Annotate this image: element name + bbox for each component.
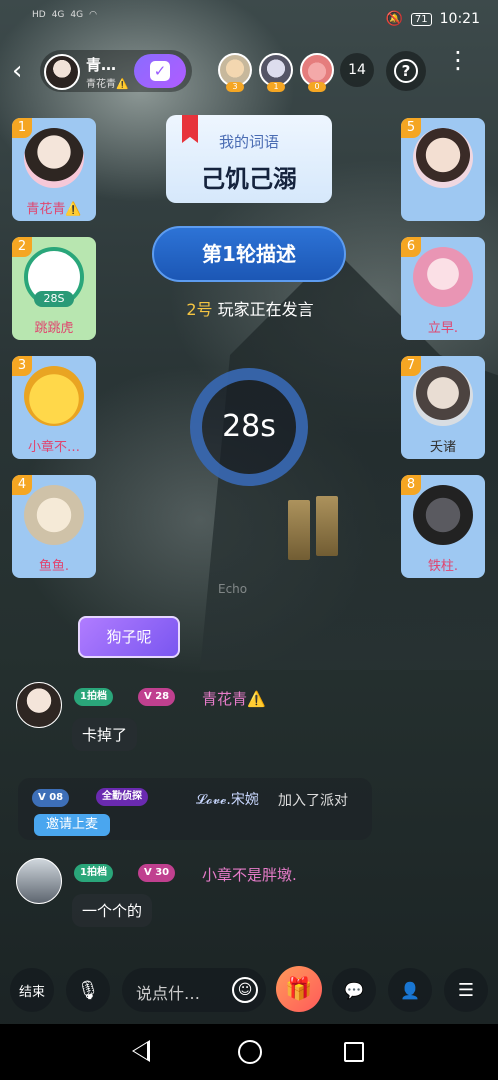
seat-number: 2 — [12, 237, 32, 257]
add-friend-icon[interactable]: 👤 — [388, 968, 432, 1012]
seat-avatar[interactable] — [24, 485, 84, 545]
seat-name: 青花青⚠️ — [26, 202, 82, 217]
seat-number: 5 — [401, 118, 421, 138]
network-label: 4G — [51, 10, 65, 20]
chat-avatar[interactable] — [16, 858, 62, 904]
detective-badge: 全勤侦探 — [96, 788, 148, 806]
mute-icon: 🔕 — [385, 11, 403, 27]
wifi-icon: ◠ — [89, 10, 97, 20]
menu-icon[interactable]: ☰ — [444, 968, 488, 1012]
seat-avatar[interactable] — [413, 247, 473, 307]
system-text: 加入了派对 — [278, 793, 348, 809]
faded-chat-line: Echo — [14, 578, 274, 602]
battery-icon: 71 — [410, 12, 432, 26]
host-subtitle: 青花青⚠️ — [86, 79, 129, 90]
nav-home-icon[interactable] — [238, 1040, 262, 1064]
system-nav-bar — [0, 1024, 498, 1080]
emoji-icon[interactable]: ☺ — [232, 977, 258, 1003]
seat-2[interactable]: 2 28S 跳跳虎 — [12, 237, 96, 340]
seat-7[interactable]: 7 夭诸 — [401, 356, 485, 459]
seat-name: 跳跳虎 — [34, 321, 74, 336]
mic-off-icon[interactable]: 🎙 — [66, 968, 110, 1012]
viewer-count: 0 — [308, 82, 326, 92]
seat-name: 立早. — [427, 321, 459, 336]
chat-input-placeholder: 说点什… — [136, 984, 201, 1003]
nav-recent-icon[interactable] — [344, 1042, 364, 1062]
seat-8[interactable]: 8 铁柱. — [401, 475, 485, 578]
seat-1[interactable]: 1 青花青⚠️ — [12, 118, 96, 221]
speaking-timer-badge: 28S — [34, 291, 74, 307]
my-word-card: 我的词语 己饥己溺 — [166, 115, 332, 203]
seat-6[interactable]: 6 立早. — [401, 237, 485, 340]
seat-name: 小章不… — [27, 440, 80, 455]
seat-number: 1 — [12, 118, 32, 138]
network-label: 4G — [70, 10, 84, 20]
chat-username[interactable]: 青花青⚠️ — [202, 688, 266, 709]
check-icon: ✓ — [150, 61, 170, 81]
speaker-number: 2号 — [186, 300, 213, 319]
question-icon: ? — [394, 59, 418, 83]
signal-hd-label: HD — [32, 10, 46, 20]
seat-number: 3 — [12, 356, 32, 376]
host-name: 青… — [86, 56, 117, 74]
seat-number: 7 — [401, 356, 421, 376]
chat-username[interactable]: 小章不是胖墩. — [202, 864, 297, 885]
level-badge: 1拍档 — [74, 864, 113, 882]
gift-message-bubble: 狗子呢 — [78, 616, 180, 658]
follow-button[interactable]: ✓ — [134, 54, 186, 88]
chat-message: 卡掉了 — [72, 718, 138, 751]
end-button[interactable]: 结束 — [10, 968, 54, 1012]
seat-avatar[interactable] — [413, 128, 473, 188]
level-badge: 1拍档 — [74, 688, 113, 706]
seat-number: 6 — [401, 237, 421, 257]
seat-name: 夭诸 — [429, 440, 456, 455]
word-label: 我的词语 — [218, 133, 279, 151]
nav-back-icon[interactable] — [132, 1040, 150, 1062]
seat-avatar[interactable] — [24, 366, 84, 426]
seat-avatar[interactable] — [413, 485, 473, 545]
chat-avatar[interactable] — [16, 682, 62, 728]
online-count[interactable]: 14 — [340, 53, 374, 87]
faded-chat-name: Echo — [218, 582, 248, 596]
secret-word: 己饥己溺 — [201, 165, 297, 193]
seat-name: 铁柱. — [427, 559, 459, 574]
viewer-count: 3 — [226, 82, 244, 92]
seat-number: 8 — [401, 475, 421, 495]
invite-to-mic-button[interactable]: 邀请上麦 — [34, 814, 110, 836]
gift-icon[interactable]: 🎁 — [276, 966, 322, 1012]
vip-badge: V 30 — [138, 864, 176, 882]
more-menu-icon[interactable]: ⋮ — [446, 48, 470, 72]
host-avatar[interactable] — [44, 54, 80, 90]
seat-name: 鱼鱼. — [38, 559, 70, 574]
speaking-status: 2号 玩家正在发言 — [150, 296, 350, 320]
system-username[interactable]: 𝓛𝓸𝓿𝓮.宋婉 — [196, 789, 259, 809]
vip-badge: V 08 — [32, 789, 70, 807]
round-banner: 第1轮描述 — [152, 226, 346, 282]
vip-badge: V 28 — [138, 688, 176, 706]
room-host-pill[interactable]: 青… 青花青⚠️ ✓ — [40, 50, 192, 92]
clock: 10:21 — [439, 11, 480, 27]
seat-avatar[interactable] — [24, 128, 84, 188]
seat-number: 4 — [12, 475, 32, 495]
seat-3[interactable]: 3 小章不… — [12, 356, 96, 459]
back-icon[interactable]: ‹ — [12, 58, 22, 84]
seat-4[interactable]: 4 鱼鱼. — [12, 475, 96, 578]
chat-message: 一个个的 — [72, 894, 153, 927]
house-window — [316, 496, 338, 556]
seat-5[interactable]: 5 — [401, 118, 485, 221]
house-window — [288, 500, 310, 560]
status-bar: HD 4G 4G ◠ 🔕 71 10:21 — [0, 0, 498, 40]
help-button[interactable]: ? — [386, 51, 426, 91]
message-icon[interactable]: 💬 — [332, 968, 376, 1012]
countdown-text: 28s — [222, 409, 276, 444]
chat-input[interactable]: 说点什… ☺ — [122, 968, 266, 1012]
speaker-text: 玩家正在发言 — [212, 300, 314, 319]
viewer-count: 1 — [267, 82, 285, 92]
seat-avatar[interactable] — [413, 366, 473, 426]
